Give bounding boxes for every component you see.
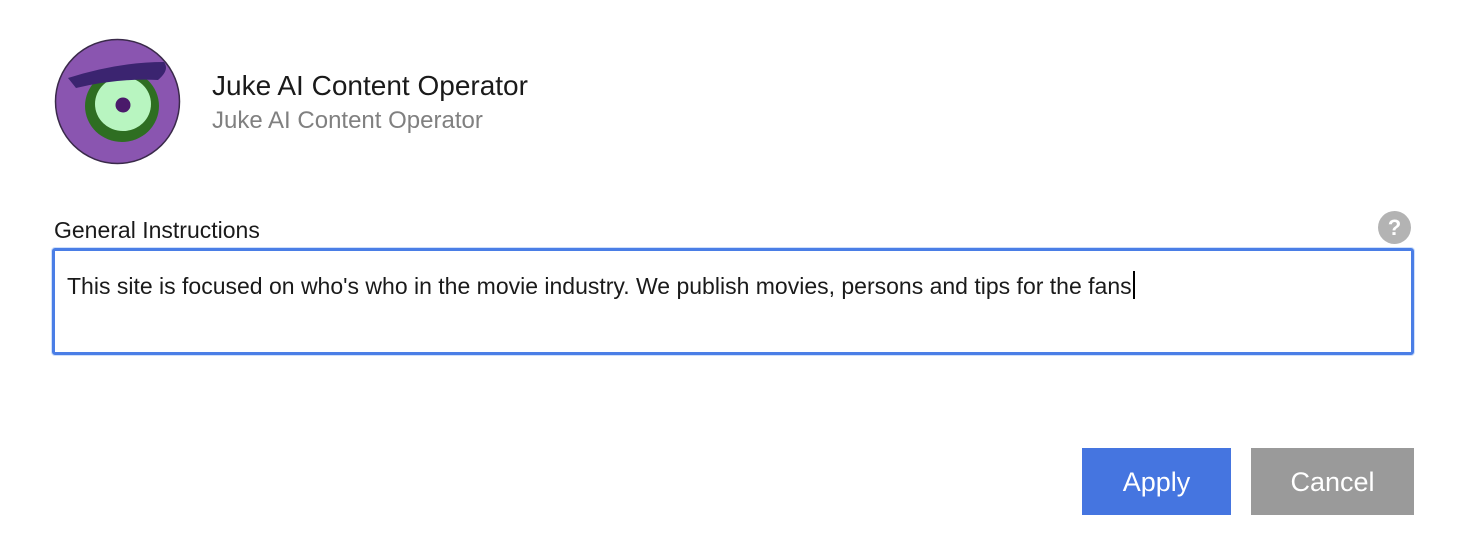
text-caret [1132,271,1135,299]
app-subtitle: Juke AI Content Operator [212,107,483,134]
avatar [54,38,181,165]
one-eyed-purple-monster-icon [54,38,181,165]
general-instructions-label: General Instructions [54,217,260,243]
settings-dialog: Juke AI Content Operator Juke AI Content… [0,0,1466,548]
help-icon[interactable]: ? [1378,211,1411,244]
apply-button[interactable]: Apply [1082,448,1231,515]
app-title: Juke AI Content Operator [212,70,528,101]
general-instructions-text: This site is focused on who's who in the… [67,273,1132,299]
general-instructions-textarea[interactable]: This site is focused on who's who in the… [52,248,1414,355]
cancel-button[interactable]: Cancel [1251,448,1414,515]
